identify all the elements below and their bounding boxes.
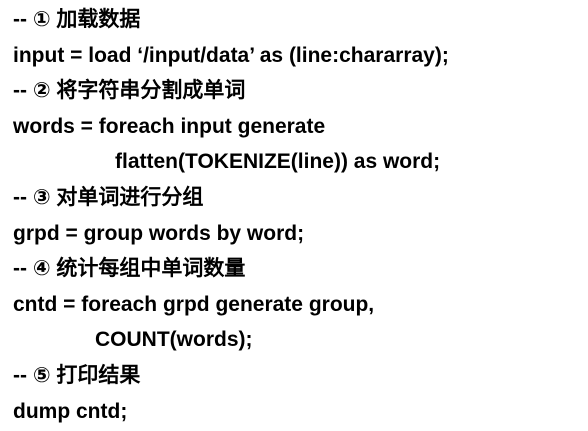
code-line-foreach-input: words = foreach input generate bbox=[13, 114, 326, 138]
comment-load-data: -- ① 加载数据 bbox=[13, 8, 141, 31]
code-line-dump: dump cntd; bbox=[13, 399, 128, 423]
code-block: -- ① 加载数据 input = load ‘/input/data’ as … bbox=[0, 0, 588, 431]
code-line-flatten: flatten(TOKENIZE(line)) as word; bbox=[115, 150, 441, 174]
code-line-count: COUNT(words); bbox=[95, 328, 253, 352]
comment-print-result: -- ⑤ 打印结果 bbox=[13, 363, 141, 387]
code-line-group: grpd = group words by word; bbox=[13, 221, 305, 245]
comment-count-words: -- ④ 统计每组中单词数量 bbox=[13, 257, 246, 281]
comment-group-words: -- ③ 对单词进行分组 bbox=[13, 185, 204, 209]
code-line-foreach-grpd: cntd = foreach grpd generate group, bbox=[13, 292, 375, 316]
comment-split-words: -- ② 将字符串分割成单词 bbox=[13, 79, 246, 103]
code-line-load: input = load ‘/input/data’ as (line:char… bbox=[13, 43, 449, 67]
